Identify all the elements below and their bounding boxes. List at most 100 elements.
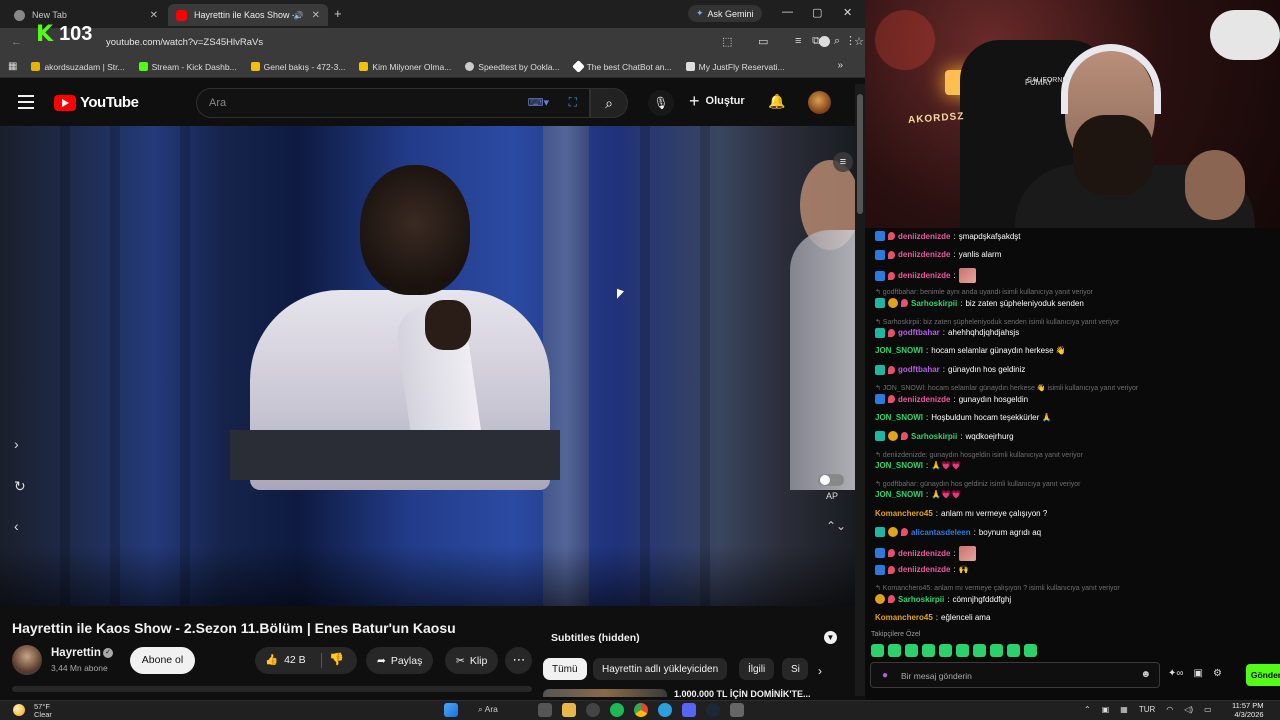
- discord-icon[interactable]: [682, 703, 696, 717]
- back-arrow-icon[interactable]: ←: [11, 36, 22, 48]
- dislike-button[interactable]: 👎: [329, 652, 344, 666]
- speaker-icon[interactable]: 🔊: [294, 11, 304, 20]
- weather-widget[interactable]: 57°F Clear: [34, 703, 52, 719]
- recommended-thumbnail[interactable]: [543, 689, 667, 697]
- account-avatar[interactable]: [808, 91, 831, 114]
- chat-message[interactable]: godftbahar: günaydın hos geldiniz: [875, 364, 1025, 375]
- emoji-icon[interactable]: ☻: [1140, 669, 1151, 680]
- widgets-icon[interactable]: [538, 703, 552, 717]
- chat-message[interactable]: JON_SNOWl: 🙏💗💗: [875, 461, 961, 470]
- chat-message[interactable]: JON_SNOWl: Hoşbuldum hocam teşekkürler 🙏: [875, 413, 1051, 422]
- channel-name[interactable]: Hayrettin: [51, 647, 101, 659]
- subtitles-panel-header[interactable]: Subtitles (hidden) ▼: [541, 627, 840, 651]
- volume-icon[interactable]: ◁): [1184, 705, 1193, 714]
- emote-icon[interactable]: [990, 644, 1003, 657]
- close-tab-icon[interactable]: ✕: [150, 10, 158, 21]
- close-window-icon[interactable]: ✕: [843, 6, 852, 19]
- emote-icon[interactable]: [922, 644, 935, 657]
- minimize-icon[interactable]: —: [782, 6, 793, 18]
- more-actions-button[interactable]: ⋯: [505, 647, 532, 674]
- channel-avatar[interactable]: [12, 645, 42, 675]
- chat-message[interactable]: deniizdenizde: yanlis alarm: [875, 249, 1001, 260]
- chevron-down-icon[interactable]: ▼: [824, 631, 837, 644]
- language-indicator[interactable]: TUR: [1139, 705, 1155, 714]
- chat-username[interactable]: deniizdenizde: [898, 232, 950, 241]
- moon-weather-icon[interactable]: [13, 704, 25, 716]
- send-button[interactable]: Gönder: [1246, 664, 1280, 686]
- taskbar-search[interactable]: ⌕ Ara: [478, 704, 498, 715]
- chat-username[interactable]: alicantasdeleen: [911, 528, 971, 537]
- close-tab-icon[interactable]: ✕: [312, 10, 320, 21]
- emote-icon[interactable]: [871, 644, 884, 657]
- chat-message[interactable]: deniizdenizde:: [875, 545, 976, 561]
- chat-message[interactable]: deniizdenizde: 🙌: [875, 564, 969, 575]
- chat-username[interactable]: JON_SNOWl: [875, 461, 923, 470]
- bookmark-item[interactable]: The best ChatBot an...: [571, 60, 672, 73]
- share-button[interactable]: ➦ Paylaş: [366, 647, 434, 674]
- chat-message[interactable]: Sarhoskirpii: wqdkoeįrhurg: [875, 431, 1014, 441]
- new-tab-button[interactable]: +: [334, 6, 342, 21]
- url-field[interactable]: youtube.com/watch?v=ZS45HlvRaVs: [106, 37, 263, 48]
- tray-app-icon[interactable]: ▦: [1120, 705, 1128, 714]
- chat-username[interactable]: deniizdenizde: [898, 250, 950, 259]
- chat-username[interactable]: godftbahar: [898, 328, 940, 337]
- edge-icon[interactable]: [658, 703, 672, 717]
- maximize-icon[interactable]: ▢: [812, 6, 822, 19]
- steam-icon[interactable]: [706, 703, 720, 717]
- player-menu-icon[interactable]: ≡: [833, 152, 853, 172]
- chat-message[interactable]: deniizdenizde: şmapdşkafşakdşt: [875, 231, 1021, 241]
- app-icon[interactable]: [730, 703, 744, 717]
- emote-icon[interactable]: [888, 644, 901, 657]
- page-scrollbar[interactable]: [855, 84, 865, 696]
- chevron-right-icon[interactable]: ›: [818, 664, 822, 678]
- chat-username[interactable]: godftbahar: [898, 365, 940, 374]
- chat-username[interactable]: Komanchero45: [875, 613, 933, 622]
- video-player[interactable]: [0, 126, 855, 606]
- chat-username[interactable]: JON_SNOWl: [875, 413, 923, 422]
- chat-username[interactable]: deniizdenizde: [898, 271, 950, 280]
- media-icon[interactable]: ≡: [795, 35, 801, 47]
- zoom-icon[interactable]: ⌕: [834, 35, 840, 48]
- chevron-up-icon[interactable]: ⌃: [1084, 705, 1091, 714]
- chat-message[interactable]: Sarhoskirpii: biz zaten şüpheleniyoduk se…: [875, 298, 1084, 308]
- sidepanel-icon[interactable]: ▭: [758, 35, 768, 48]
- more-bookmarks-icon[interactable]: »: [837, 60, 843, 71]
- chat-message[interactable]: JON_SNOWl: hocam selamlar günaydın herkes…: [875, 346, 1066, 355]
- wifi-icon[interactable]: ◠: [1166, 705, 1173, 714]
- notifications-bell-icon[interactable]: 🔔: [768, 93, 785, 110]
- spotify-icon[interactable]: [610, 703, 624, 717]
- bookmark-item[interactable]: Genel bakış - 472-3...: [250, 62, 345, 72]
- kick-tools-icon[interactable]: ✦∞: [1168, 668, 1184, 679]
- bookmark-item[interactable]: Kim Milyoner Olma...: [359, 62, 451, 72]
- chat-message[interactable]: Sarhoskirpii: cömnjhgfdddfghj: [875, 594, 1011, 604]
- hamburger-menu-icon[interactable]: [18, 95, 34, 113]
- emote-icon[interactable]: [939, 644, 952, 657]
- search-button[interactable]: ⌕: [590, 88, 628, 118]
- browser-tab-youtube[interactable]: Hayrettin ile Kaos Show - 2... 🔊 ✕: [168, 4, 328, 26]
- bookmark-item[interactable]: My JustFly Reservati...: [685, 62, 785, 72]
- bookmark-item[interactable]: Speedtest by Ookla...: [465, 62, 560, 72]
- chat-username[interactable]: deniizdenizde: [898, 549, 950, 558]
- tray-app-icon[interactable]: ▣: [1102, 705, 1110, 714]
- chip-all[interactable]: Tümü: [543, 658, 587, 680]
- chat-username[interactable]: Sarhoskirpii: [911, 432, 957, 441]
- taskbar-clock[interactable]: 11:57 PM 4/3/2026: [1232, 701, 1264, 719]
- chat-message[interactable]: JON_SNOWl: 🙏💗💗: [875, 490, 961, 499]
- chat-username[interactable]: deniizdenizde: [898, 395, 950, 404]
- refresh-icon[interactable]: ↻: [14, 478, 26, 495]
- recommended-title[interactable]: 1.000.000 TL İÇİN DOMİNİK'TE...: [674, 689, 811, 699]
- chat-username[interactable]: JON_SNOWl: [875, 346, 923, 355]
- battery-icon[interactable]: ▭: [1204, 705, 1212, 714]
- chrome-icon[interactable]: [634, 703, 648, 717]
- chat-username[interactable]: JON_SNOWl: [875, 490, 923, 499]
- apps-grid-icon[interactable]: ▦: [8, 61, 17, 72]
- mic-icon[interactable]: ●: [882, 670, 888, 681]
- file-explorer-icon[interactable]: [562, 703, 576, 717]
- chip-from-uploader[interactable]: Hayrettin adlı yükleyiciden: [593, 658, 728, 680]
- emote-icon[interactable]: [973, 644, 986, 657]
- description-box[interactable]: [12, 686, 532, 692]
- chat-input[interactable]: ● Bir mesaj gönderin ☻: [870, 662, 1160, 688]
- chip-more[interactable]: Si: [782, 658, 808, 680]
- chat-username[interactable]: Sarhoskirpii: [898, 595, 944, 604]
- bookmark-item[interactable]: akordsuzadam | Str...: [31, 62, 125, 72]
